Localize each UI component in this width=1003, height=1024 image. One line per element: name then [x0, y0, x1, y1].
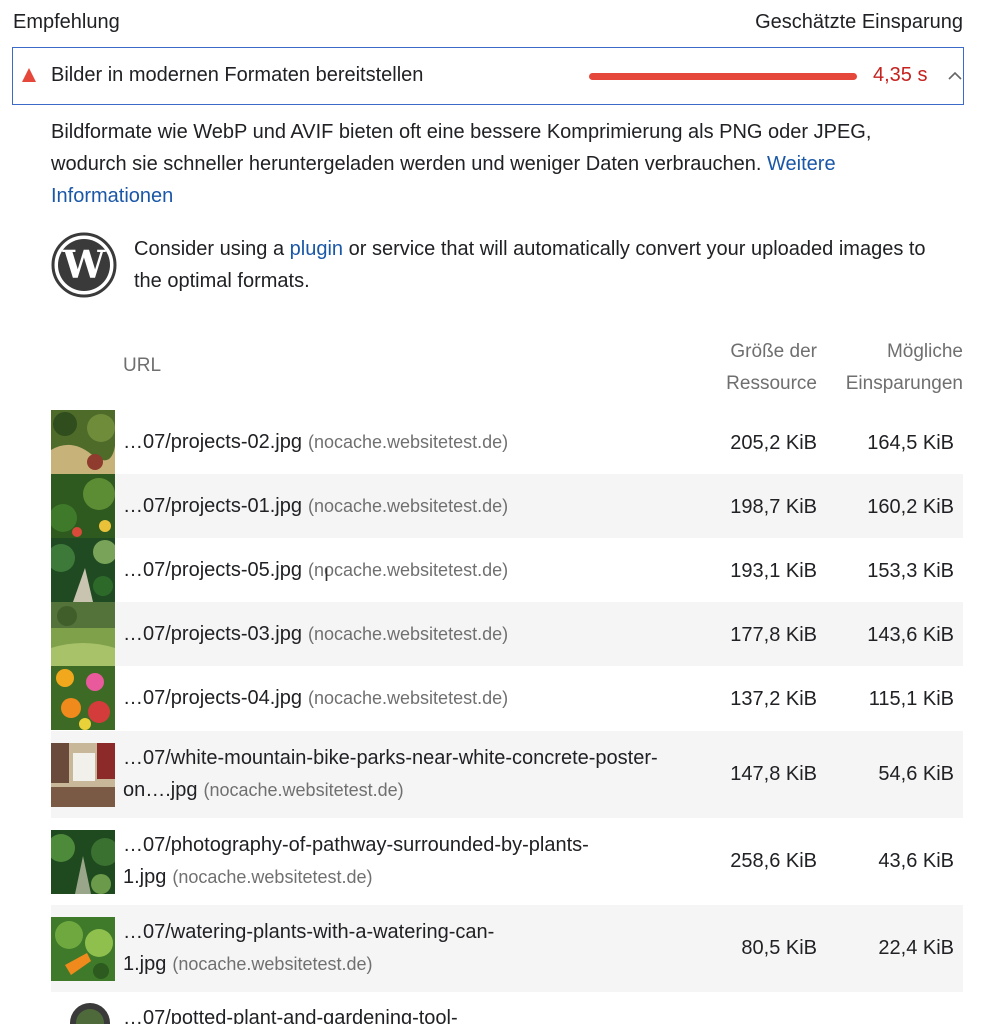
column-size-line1: Größe der: [730, 341, 817, 362]
resource-size: 177,8 KiB: [730, 624, 817, 646]
image-thumbnail: [51, 743, 115, 807]
audit-list-header: Empfehlung Geschätzte Einsparung: [0, 0, 1003, 46]
resource-size: 137,2 KiB: [730, 688, 817, 710]
column-url: URL: [123, 355, 162, 376]
resource-url[interactable]: …07/white-mountain-bike-parks-near-white…: [123, 742, 713, 806]
resource-size: 80,5 KiB: [741, 937, 817, 959]
column-size-line2: Ressource: [726, 373, 817, 394]
image-thumbnail: [51, 410, 115, 474]
table-row: …07/projects-03.jpg (nocache.websitetest.…: [51, 602, 963, 666]
column-potential-savings: Mögliche Einsparungen: [846, 336, 963, 400]
audit-title: Bilder in modernen Formaten bereitstelle…: [51, 64, 424, 86]
resource-savings: 160,2 KiB: [867, 496, 954, 518]
table-row: …07/projects-02.jpg (nocache.websitetest.…: [51, 410, 963, 474]
resource-url[interactable]: …07/projects-01.jpg (nocache.websitetest.…: [123, 490, 713, 522]
resource-savings: 153,3 KiB: [867, 560, 954, 582]
image-thumbnail: [51, 602, 115, 666]
table-row: …07/projects-01.jpg (nocache.websitetest.…: [51, 474, 963, 538]
resource-url[interactable]: …07/projects-03.jpg (nocache.websitetest.…: [123, 618, 713, 650]
audit-modern-image-formats[interactable]: Bilder in modernen Formaten bereitstelle…: [12, 47, 964, 105]
resource-url[interactable]: …07/projects-04.jpg (nocache.websitetest.…: [123, 682, 713, 714]
image-thumbnail: [51, 666, 115, 730]
column-resource-size: Größe der Ressource: [726, 336, 817, 400]
table-row: …07/projects-05.jpg (nocache.websitetest.…: [51, 538, 963, 602]
resource-size: 193,1 KiB: [730, 560, 817, 582]
table-row: …07/projects-04.jpg (nocache.websitetest.…: [51, 666, 963, 730]
wordpress-hint: Consider using a plugin or service that …: [134, 233, 934, 297]
wordpress-icon: W: [51, 232, 117, 298]
resource-savings: 115,1 KiB: [868, 688, 954, 710]
resource-size: 147,8 KiB: [730, 763, 817, 785]
resource-savings: 22,4 KiB: [878, 937, 954, 959]
svg-text:W: W: [62, 242, 107, 287]
resource-size: 205,2 KiB: [730, 432, 817, 454]
resource-savings: 54,6 KiB: [878, 763, 954, 785]
image-thumbnail: [51, 1003, 115, 1024]
image-thumbnail: [51, 474, 115, 538]
resource-savings: 43,6 KiB: [878, 850, 954, 872]
header-estimated-savings: Geschätzte Einsparung: [755, 11, 963, 33]
warning-triangle-icon: [22, 68, 36, 82]
table-row: …07/watering-plants-with-a-watering-can-…: [51, 905, 963, 992]
table-row: …07/photography-of-pathway-surrounded-by…: [51, 818, 963, 905]
resource-url[interactable]: …07/projects-05.jpg (nocache.websitetest.…: [123, 554, 713, 586]
audit-savings: 4,35 s: [873, 64, 928, 86]
wp-hint-text-before: Consider using a: [134, 238, 285, 260]
image-thumbnail: [51, 917, 115, 981]
chevron-up-icon[interactable]: [947, 68, 963, 84]
resource-url[interactable]: …07/watering-plants-with-a-watering-can-…: [123, 916, 713, 980]
column-savings-line2: Einsparungen: [845, 373, 963, 394]
column-savings-line1: Mögliche: [886, 341, 963, 362]
resource-savings: 143,6 KiB: [867, 624, 954, 646]
image-thumbnail: [51, 830, 115, 894]
table-row: …07/white-mountain-bike-parks-near-white…: [51, 731, 963, 818]
resource-size: 258,6 KiB: [730, 850, 817, 872]
plugin-link[interactable]: plugin: [290, 238, 343, 260]
resource-savings: 164,5 KiB: [867, 432, 954, 454]
resource-url[interactable]: …07/projects-02.jpg (nocache.websitetest.…: [123, 426, 713, 458]
image-thumbnail: [51, 538, 115, 602]
resource-size: 198,7 KiB: [730, 496, 817, 518]
text-cursor-icon: I: [324, 565, 330, 585]
description-text: Bildformate wie WebP und AVIF bieten oft…: [51, 121, 872, 175]
audit-description: Bildformate wie WebP und AVIF bieten oft…: [51, 116, 931, 212]
table-row: …07/potted-plant-and-gardening-tool-: [51, 992, 963, 1024]
savings-bar: [589, 73, 857, 80]
header-recommendation: Empfehlung: [13, 11, 120, 33]
resource-url[interactable]: …07/potted-plant-and-gardening-tool-: [123, 1002, 713, 1024]
resource-url[interactable]: …07/photography-of-pathway-surrounded-by…: [123, 829, 713, 893]
